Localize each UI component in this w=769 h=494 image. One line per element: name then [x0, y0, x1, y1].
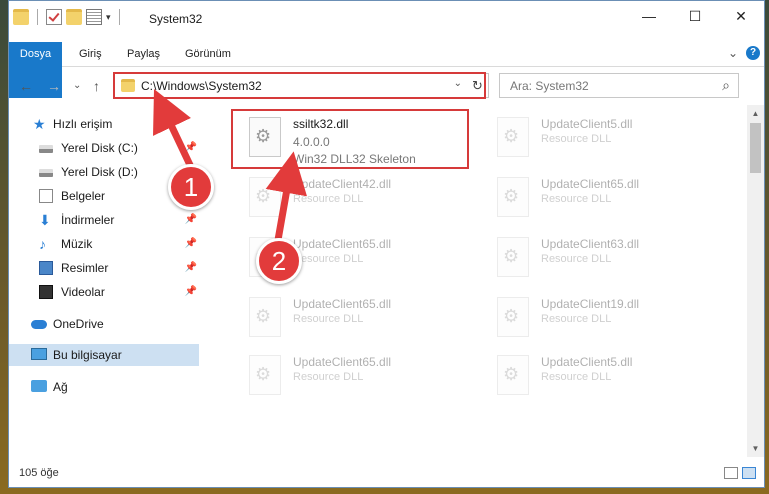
dll-file-icon: [249, 117, 281, 157]
forward-arrow-icon[interactable]: →: [47, 78, 61, 94]
refresh-button[interactable]: ↻: [467, 73, 489, 98]
minimize-button[interactable]: —: [626, 1, 672, 31]
folder-icon: [121, 79, 135, 92]
properties-icon[interactable]: [86, 9, 102, 25]
pin-icon: 📌: [184, 238, 197, 249]
dll-file-icon: [497, 117, 529, 157]
view-toggle: [724, 467, 756, 479]
new-folder-icon[interactable]: [66, 9, 82, 25]
close-button[interactable]: ✕: [718, 1, 764, 31]
file-item[interactable]: UpdateClient65.dll Resource DLL: [231, 289, 471, 345]
tab-view[interactable]: Görünüm: [185, 42, 231, 66]
sidebar-item-pictures[interactable]: Resimler 📌: [9, 257, 199, 279]
address-dropdown-icon[interactable]: ⌄: [454, 78, 462, 89]
star-icon: ★: [33, 116, 46, 132]
help-icon[interactable]: ?: [746, 46, 760, 60]
file-item[interactable]: UpdateClient42.dll Resource DLL: [231, 169, 471, 225]
file-item[interactable]: UpdateClient19.dll Resource DLL: [479, 289, 719, 345]
onedrive-icon: [31, 320, 47, 329]
tab-home[interactable]: Giriş: [79, 42, 102, 66]
search-placeholder: Ara: System32: [510, 79, 589, 93]
callout-badge-two: 2: [256, 238, 302, 284]
recent-locations-icon[interactable]: ⌄: [73, 80, 81, 91]
toolbar-separator: [118, 9, 120, 25]
window-title: System32: [149, 12, 203, 26]
file-item[interactable]: UpdateClient63.dll Resource DLL: [479, 229, 719, 285]
status-bar: 105 öğe: [9, 461, 764, 487]
quick-access-toolbar: ▾: [13, 9, 124, 25]
documents-icon: [39, 189, 53, 203]
properties-check-icon[interactable]: [46, 9, 62, 25]
expand-ribbon-icon[interactable]: ⌄: [728, 46, 738, 60]
file-item[interactable]: UpdateClient5.dll Resource DLL: [479, 347, 719, 403]
dll-file-icon: [249, 355, 281, 395]
sidebar-item-downloads[interactable]: ⬇ İndirmeler 📌: [9, 209, 199, 231]
back-arrow-icon[interactable]: ←: [19, 78, 33, 94]
address-path[interactable]: C:\Windows\System32: [141, 79, 262, 93]
pictures-icon: [39, 261, 53, 275]
up-arrow-icon[interactable]: ↑: [93, 78, 100, 94]
address-bar[interactable]: C:\Windows\System32 ⌄: [114, 73, 489, 98]
sidebar-item-videos[interactable]: Videolar 📌: [9, 281, 199, 303]
dropdown-arrow-icon[interactable]: ▾: [106, 12, 111, 23]
vertical-scrollbar[interactable]: ▲ ▼: [747, 105, 764, 457]
file-item[interactable]: UpdateClient5.dll Resource DLL: [479, 109, 719, 165]
maximize-button[interactable]: ☐: [672, 1, 718, 31]
network-icon: [31, 380, 47, 392]
downloads-icon: ⬇: [39, 212, 51, 228]
dll-file-icon: [497, 237, 529, 277]
dll-file-icon: [497, 355, 529, 395]
pin-icon: 📌: [184, 262, 197, 273]
sidebar-item-music[interactable]: ♪ Müzik 📌: [9, 233, 199, 255]
navigation-bar: ← → ⌄ ↑ C:\Windows\System32 ⌄ ↻ Ara: Sys…: [9, 69, 764, 103]
scrollbar-thumb[interactable]: [750, 123, 761, 173]
pin-icon: 📌: [184, 142, 197, 153]
callout-badge-one: 1: [168, 164, 214, 210]
dll-file-icon: [249, 177, 281, 217]
navigation-pane: ★ Hızlı erişim Yerel Disk (C:) 📌 Yerel D…: [9, 105, 201, 457]
scroll-up-icon[interactable]: ▲: [747, 105, 764, 122]
search-icon[interactable]: ⌕: [722, 77, 730, 94]
dll-file-icon: [497, 297, 529, 337]
folder-icon[interactable]: [13, 9, 29, 25]
pin-icon: 📌: [184, 286, 197, 297]
item-count: 105 öğe: [19, 467, 59, 479]
ribbon-tabs: Dosya Giriş Paylaş Görünüm ⌄ ?: [9, 42, 764, 98]
tiles-view-icon[interactable]: [742, 467, 756, 479]
sidebar-item-local-disk-c[interactable]: Yerel Disk (C:) 📌: [9, 137, 199, 159]
title-bar: ▾ System32 — ☐ ✕: [9, 1, 764, 39]
this-pc-icon: [31, 348, 47, 360]
videos-icon: [39, 285, 53, 299]
pin-icon: 📌: [184, 214, 197, 225]
details-view-icon[interactable]: [724, 467, 738, 479]
sidebar-item-onedrive[interactable]: OneDrive: [9, 313, 199, 335]
search-box[interactable]: Ara: System32 ⌕: [499, 73, 739, 98]
music-icon: ♪: [39, 236, 46, 252]
window-controls: — ☐ ✕: [626, 1, 764, 31]
sidebar-item-network[interactable]: Ağ: [9, 376, 199, 398]
scroll-down-icon[interactable]: ▼: [747, 440, 764, 457]
file-item[interactable]: UpdateClient65.dll Resource DLL: [231, 347, 471, 403]
dll-file-icon: [249, 297, 281, 337]
sidebar-item-quick-access[interactable]: ★ Hızlı erişim: [9, 113, 199, 135]
sidebar-item-this-pc[interactable]: Bu bilgisayar: [9, 344, 199, 366]
drive-icon: [39, 169, 53, 177]
dll-file-icon: [497, 177, 529, 217]
tab-share[interactable]: Paylaş: [127, 42, 160, 66]
explorer-window: ▾ System32 — ☐ ✕ Dosya Giriş Paylaş Görü…: [8, 0, 765, 488]
file-item[interactable]: UpdateClient65.dll Resource DLL: [479, 169, 719, 225]
file-item[interactable]: ssiltk32.dll 4.0.0.0 Win32 DLL32 Skeleto…: [231, 109, 471, 166]
toolbar-separator: [37, 9, 38, 25]
drive-icon: [39, 145, 53, 153]
